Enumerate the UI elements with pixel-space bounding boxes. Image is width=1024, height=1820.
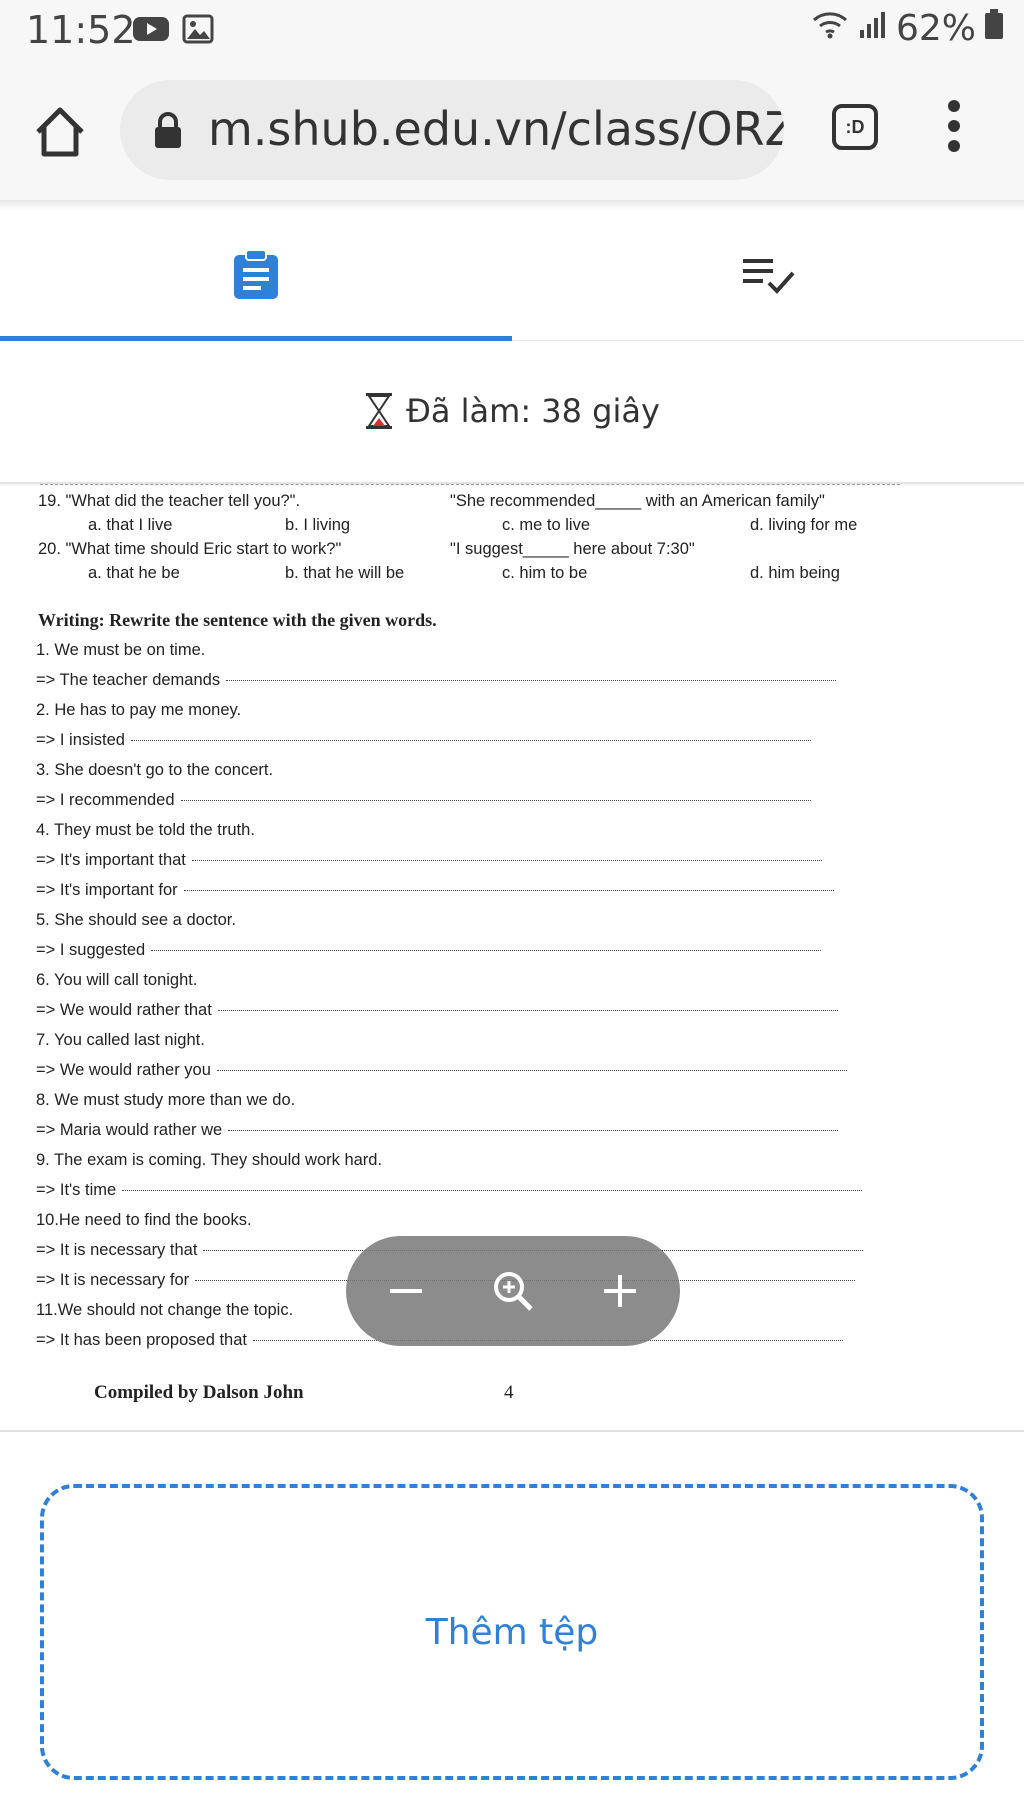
compiled-by: Compiled by Dalson John xyxy=(94,1382,304,1403)
writing-line: 6. You will call tonight. xyxy=(36,971,198,989)
page-number: 4 xyxy=(504,1382,514,1403)
zoom-controls xyxy=(346,1236,680,1346)
writing-line: 11.We should not change the topic. xyxy=(36,1301,294,1319)
clipboard-icon xyxy=(234,249,278,299)
writing-line: => We would rather you xyxy=(36,1061,847,1080)
home-button[interactable] xyxy=(30,102,90,162)
writing-line: => It's time xyxy=(36,1181,863,1200)
option: b. that he will be xyxy=(285,564,405,582)
answer-dots xyxy=(122,1190,863,1191)
writing-line: 1. We must be on time. xyxy=(36,641,206,659)
tab-strip xyxy=(0,210,1024,341)
toolbar-shadow xyxy=(0,200,1024,210)
menu-dot xyxy=(948,100,960,112)
writing-line: 8. We must study more than we do. xyxy=(36,1091,296,1109)
zoom-out-button[interactable] xyxy=(356,1236,456,1346)
timer-bar: Đã làm: 38 giây xyxy=(0,340,1024,484)
hourglass-icon xyxy=(366,393,393,429)
writing-line: 10.He need to find the books. xyxy=(36,1211,252,1229)
menu-dot xyxy=(948,120,960,132)
battery-percent: 62% xyxy=(895,8,976,49)
answer-dots xyxy=(216,1070,847,1071)
tab-answers[interactable] xyxy=(512,210,1024,340)
more-menu-button[interactable] xyxy=(944,100,964,160)
browser-toolbar: m.shub.edu.vn/class/ORZ :D xyxy=(0,62,1024,200)
youtube-icon xyxy=(132,14,170,49)
writing-line: => It's important that xyxy=(36,851,822,870)
writing-heading: Writing: Rewrite the sentence with the g… xyxy=(38,610,437,630)
writing-line: => We would rather that xyxy=(36,1001,838,1020)
add-file-label: Thêm tệp xyxy=(425,1611,599,1653)
zoom-in-button[interactable] xyxy=(570,1236,670,1346)
address-bar[interactable]: m.shub.edu.vn/class/ORZ xyxy=(120,80,784,180)
option: c. me to live xyxy=(502,516,591,534)
question-reply: "She recommended_____ with an American f… xyxy=(450,492,825,510)
writing-line: => It's important for xyxy=(36,881,834,900)
tab-switcher-button[interactable]: :D xyxy=(832,104,878,150)
signal-icon xyxy=(858,8,888,49)
answer-dots xyxy=(226,680,837,681)
option: c. him to be xyxy=(502,564,588,582)
answer-dots xyxy=(151,950,822,951)
zoom-icon xyxy=(494,1272,533,1311)
writing-line: 7. You called last night. xyxy=(36,1031,205,1049)
option: a. that I live xyxy=(88,516,173,534)
home-icon xyxy=(36,107,84,157)
writing-line: => I recommended xyxy=(36,791,811,810)
elapsed-time: Đã làm: 38 giây xyxy=(406,392,660,430)
option: b. I living xyxy=(285,516,351,534)
minus-icon xyxy=(390,1289,422,1293)
cut-text-line xyxy=(40,484,900,485)
answer-dots xyxy=(228,1130,839,1131)
question-prompt: 20. "What time should Eric start to work… xyxy=(38,540,342,558)
writing-line: => I insisted xyxy=(36,731,811,750)
status-bar: 11:52 62% xyxy=(0,0,1024,62)
tab-assignment[interactable] xyxy=(0,210,512,341)
writing-line: 9. The exam is coming. They should work … xyxy=(36,1151,383,1169)
wifi-icon xyxy=(810,8,850,49)
writing-line: 5. She should see a doctor. xyxy=(36,911,236,929)
battery-icon xyxy=(984,8,1004,49)
url-text: m.shub.edu.vn/class/ORZ xyxy=(208,102,784,156)
answer-dots xyxy=(130,740,811,741)
answer-dots xyxy=(217,1010,838,1011)
option: a. that he be xyxy=(88,564,180,582)
add-file-dropzone[interactable]: Thêm tệp xyxy=(40,1484,984,1780)
option: d. him being xyxy=(750,564,840,582)
option: d. living for me xyxy=(750,516,858,534)
plus-icon xyxy=(604,1275,636,1307)
status-time: 11:52 xyxy=(26,8,136,52)
writing-line: 2. He has to pay me money. xyxy=(36,701,242,719)
writing-line: => Maria would rather we xyxy=(36,1121,839,1140)
question-prompt: 19. "What did the teacher tell you?". xyxy=(38,492,301,510)
image-icon xyxy=(182,14,214,49)
writing-line: => The teacher demands xyxy=(36,671,837,690)
answer-dots xyxy=(180,800,811,801)
zoom-reset-button[interactable] xyxy=(463,1236,563,1346)
lock-icon xyxy=(152,110,184,155)
answer-dots xyxy=(191,860,822,861)
writing-line: => I suggested xyxy=(36,941,822,960)
checklist-icon xyxy=(743,259,795,294)
menu-dot xyxy=(948,140,960,152)
question-reply: "I suggest_____ here about 7:30" xyxy=(450,540,695,558)
writing-line: 3. She doesn't go to the concert. xyxy=(36,761,274,779)
writing-line: 4. They must be told the truth. xyxy=(36,821,255,839)
status-right: 62% xyxy=(810,8,1004,49)
answer-dots xyxy=(183,890,834,891)
document-separator xyxy=(0,1430,1024,1432)
